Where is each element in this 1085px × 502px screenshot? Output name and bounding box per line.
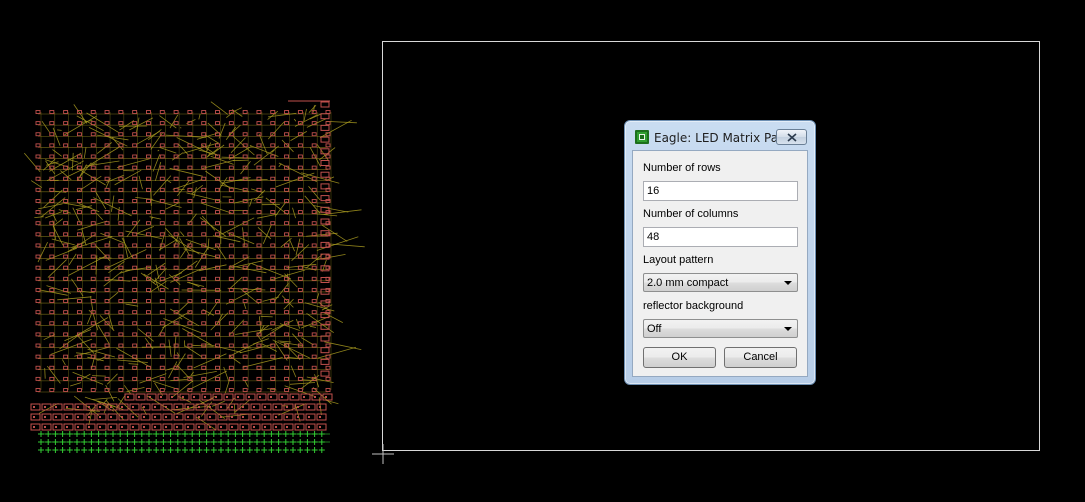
cancel-button[interactable]: Cancel xyxy=(724,347,797,368)
matrix-artwork xyxy=(23,100,365,453)
reflector-select[interactable]: Off xyxy=(643,319,798,338)
columns-label: Number of columns xyxy=(643,208,739,220)
columns-field[interactable]: 48 xyxy=(643,227,798,247)
ok-button[interactable]: OK xyxy=(643,347,716,368)
layout-canvas[interactable] xyxy=(0,0,1085,502)
reflector-label: reflector background xyxy=(643,300,744,312)
layout-pattern-label: Layout pattern xyxy=(643,254,714,266)
layout-pattern-select[interactable]: 2.0 mm compact xyxy=(643,273,798,292)
close-icon xyxy=(786,132,797,142)
dialog-titlebar[interactable]: Eagle: LED Matrix Par... xyxy=(625,121,815,151)
reflector-value: Off xyxy=(647,323,662,335)
dialog-body: Number of rows 16 Number of columns 48 L… xyxy=(632,150,808,377)
chevron-down-icon xyxy=(784,281,792,285)
chevron-down-icon xyxy=(784,327,792,331)
rows-label: Number of rows xyxy=(643,162,721,174)
layout-pattern-value: 2.0 mm compact xyxy=(647,277,729,289)
dialog-title: Eagle: LED Matrix Par... xyxy=(654,131,778,145)
eagle-app-icon xyxy=(635,130,649,144)
origin-crosshair-icon xyxy=(372,444,394,464)
led-matrix-dialog: Eagle: LED Matrix Par... Number of rows … xyxy=(624,120,816,385)
close-button[interactable] xyxy=(776,129,807,145)
rows-field[interactable]: 16 xyxy=(643,181,798,201)
